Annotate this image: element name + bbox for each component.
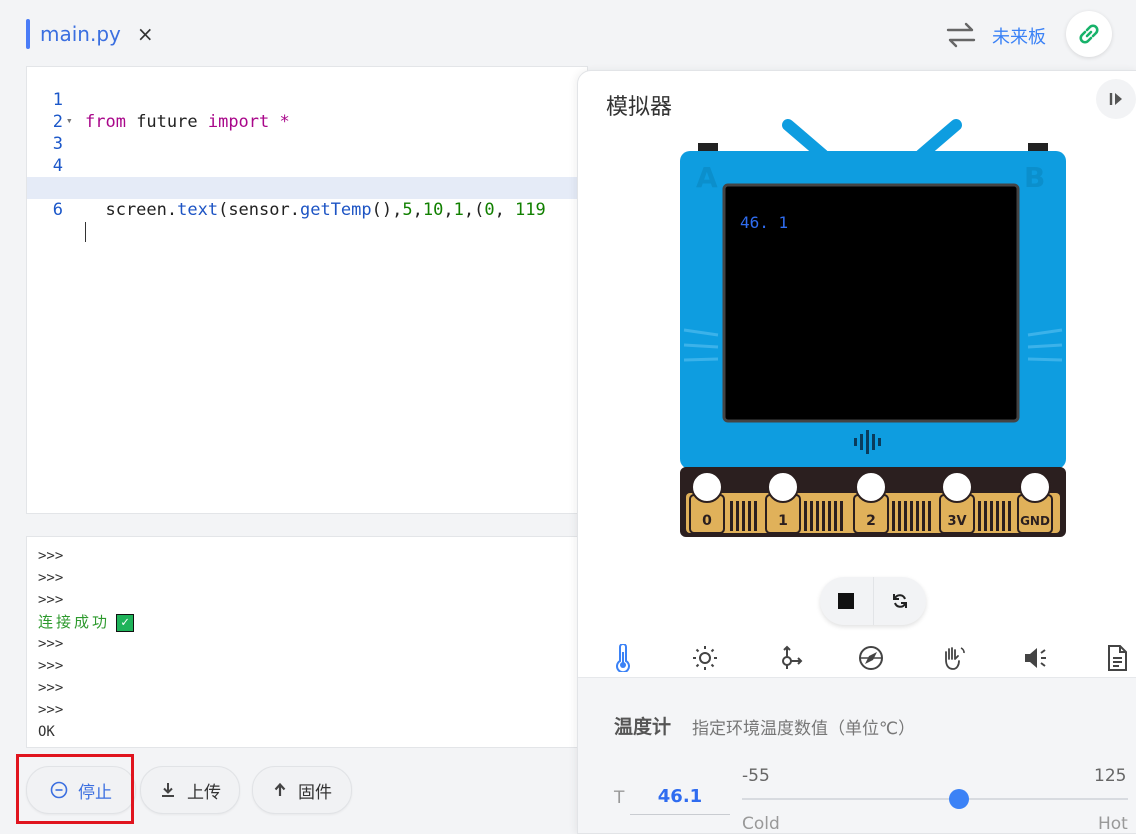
board-selector[interactable]: 未来板 xyxy=(992,23,1046,49)
file-tab[interactable]: main.py × xyxy=(26,18,154,50)
upload-button[interactable]: 上传 xyxy=(140,766,240,814)
code-line-1[interactable]: 1 from future import * xyxy=(27,67,587,132)
console-line: OK xyxy=(38,724,55,740)
compass-icon xyxy=(859,646,883,670)
connect-button[interactable] xyxy=(1066,11,1112,57)
sensor-control-card: 温度计 指定环境温度数值（单位℃） T 46.1 -55 125 Cold Ho… xyxy=(578,678,1136,834)
top-bar: main.py × 未来板 xyxy=(0,0,1136,68)
pin-label-3v: 3V xyxy=(947,514,966,529)
firmware-button-label: 固件 xyxy=(298,782,332,803)
tab-accelerometer[interactable] xyxy=(774,643,804,673)
link-icon xyxy=(1079,24,1099,44)
code-editor[interactable]: 1 from future import * 2 3 ▾ while True:… xyxy=(26,66,588,514)
console-line: >>> xyxy=(38,592,64,608)
light-sensor-icon xyxy=(693,646,717,670)
fold-toggle-icon[interactable]: ▾ xyxy=(66,110,73,132)
code-text[interactable]: screen.text(sensor.getTemp(),5,10,1,(0, … xyxy=(85,199,545,221)
range-min: -55 xyxy=(742,766,770,786)
upload-button-label: 上传 xyxy=(187,782,221,803)
console-connected-line: 连接成功 ✓ xyxy=(27,611,587,633)
upload-arrow-icon xyxy=(272,781,288,799)
swap-arrows-icon[interactable] xyxy=(946,22,976,48)
sensor-name: 温度计 xyxy=(614,716,672,738)
temperature-slider-track[interactable] xyxy=(742,798,1128,800)
stop-square-icon xyxy=(838,593,855,609)
simulator-controls xyxy=(820,577,926,625)
line-number: 6 xyxy=(52,200,63,220)
firmware-button[interactable]: 固件 xyxy=(252,766,352,814)
code-line-4[interactable]: 4 screen.clear() xyxy=(27,133,587,198)
simulator-panel: 模拟器 A B 0 1 2 3V GND 46. 1 温度计 指定环境温度数值（… xyxy=(577,70,1136,834)
accelerometer-icon xyxy=(782,645,803,669)
console-line: >>> xyxy=(38,680,64,696)
serial-console[interactable]: >>> >>> >>> 连接成功 ✓ >>> >>> >>> >>> OK xyxy=(26,536,588,748)
console-line: >>> xyxy=(38,702,64,718)
cold-label: Cold xyxy=(742,814,780,834)
temperature-slider-handle[interactable] xyxy=(948,789,969,809)
restart-simulation-button[interactable] xyxy=(873,577,926,625)
code-line-2[interactable]: 2 xyxy=(27,89,587,132)
button-b-label: B xyxy=(1024,161,1045,194)
device-screen-readout: 46. 1 xyxy=(740,213,789,232)
refresh-icon xyxy=(892,594,907,608)
file-icon xyxy=(1108,645,1127,671)
tab-gesture[interactable] xyxy=(938,643,968,673)
tab-file[interactable] xyxy=(1102,643,1132,673)
tab-compass[interactable] xyxy=(856,643,886,673)
code-text[interactable] xyxy=(85,221,86,243)
stop-simulation-button[interactable] xyxy=(820,577,873,625)
highlight-box xyxy=(16,754,134,824)
tab-filename[interactable]: main.py xyxy=(40,22,121,46)
gesture-icon xyxy=(945,647,965,670)
temperature-value-input[interactable]: 46.1 xyxy=(630,780,730,815)
tab-active-marker xyxy=(26,19,30,49)
sensor-tabs xyxy=(578,637,1136,681)
hot-label: Hot xyxy=(1098,814,1128,834)
pin-label-0: 0 xyxy=(702,513,712,529)
console-line: >>> xyxy=(38,570,64,586)
future-board-device: A B 0 1 2 3V GND xyxy=(680,119,1066,537)
sound-icon xyxy=(1025,648,1046,668)
console-line: >>> xyxy=(38,658,64,674)
tab-close-icon[interactable]: × xyxy=(137,22,154,46)
simulator-title: 模拟器 xyxy=(606,95,673,120)
code-line-6[interactable]: 6 xyxy=(27,177,587,242)
console-line: >>> xyxy=(38,548,64,564)
checkmark-icon: ✓ xyxy=(116,614,135,632)
temperature-field-label: T xyxy=(614,788,625,808)
code-line-3[interactable]: 3 ▾ while True: xyxy=(27,110,587,198)
tab-light[interactable] xyxy=(690,643,720,673)
connected-message: 连接成功 xyxy=(38,613,111,631)
text-cursor xyxy=(85,222,86,242)
range-max: 125 xyxy=(1094,766,1127,786)
thermometer-icon xyxy=(616,644,630,672)
sensor-description: 指定环境温度数值（单位℃） xyxy=(692,719,916,739)
tab-thermometer[interactable] xyxy=(608,643,638,673)
tab-sound[interactable] xyxy=(1020,643,1050,673)
pin-label-2: 2 xyxy=(866,513,876,529)
pin-label-gnd: GND xyxy=(1020,514,1050,528)
console-line: >>> xyxy=(38,636,64,652)
button-a-label: A xyxy=(696,161,718,194)
pin-label-1: 1 xyxy=(778,513,788,529)
download-icon xyxy=(159,781,177,799)
collapse-panel-button[interactable] xyxy=(1096,79,1136,119)
code-line-5[interactable]: 5 screen.text(sensor.getTemp(),5,10,1,(0… xyxy=(27,155,587,220)
collapse-right-icon xyxy=(1109,93,1122,105)
